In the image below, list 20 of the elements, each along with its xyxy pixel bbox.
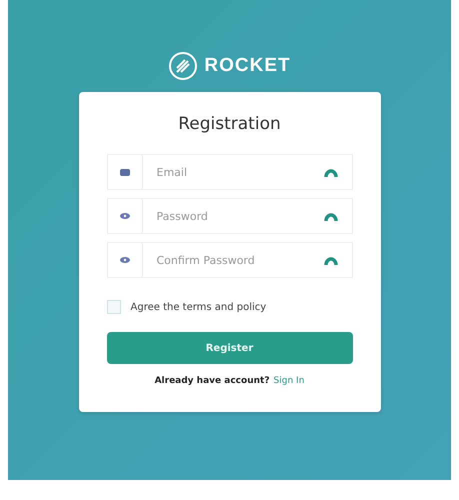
eye-icon (120, 213, 130, 219)
logo-text: ROCKET (204, 55, 291, 77)
rocket-logo-icon (168, 51, 198, 81)
register-button[interactable]: Register (106, 332, 352, 364)
input-field[interactable]: Password (142, 210, 324, 222)
sign-in-link[interactable]: Sign In (274, 376, 304, 386)
mail-icon (120, 168, 130, 176)
card-title: Registration (177, 114, 282, 134)
input-field[interactable]: Email (142, 166, 324, 178)
input-group[interactable]: Email (106, 154, 352, 190)
input-group[interactable]: Confirm Password (106, 242, 352, 278)
eye-icon (120, 257, 130, 263)
checkbox-label: Agree the terms and policy (130, 302, 266, 312)
arc-icon (324, 256, 338, 264)
account-prompt: Already have account? (154, 376, 270, 386)
input-group[interactable]: Password (106, 198, 352, 234)
arc-icon (324, 168, 338, 176)
checkbox[interactable] (106, 300, 120, 314)
input-field[interactable]: Confirm Password (142, 254, 324, 266)
arc-icon (324, 212, 338, 220)
